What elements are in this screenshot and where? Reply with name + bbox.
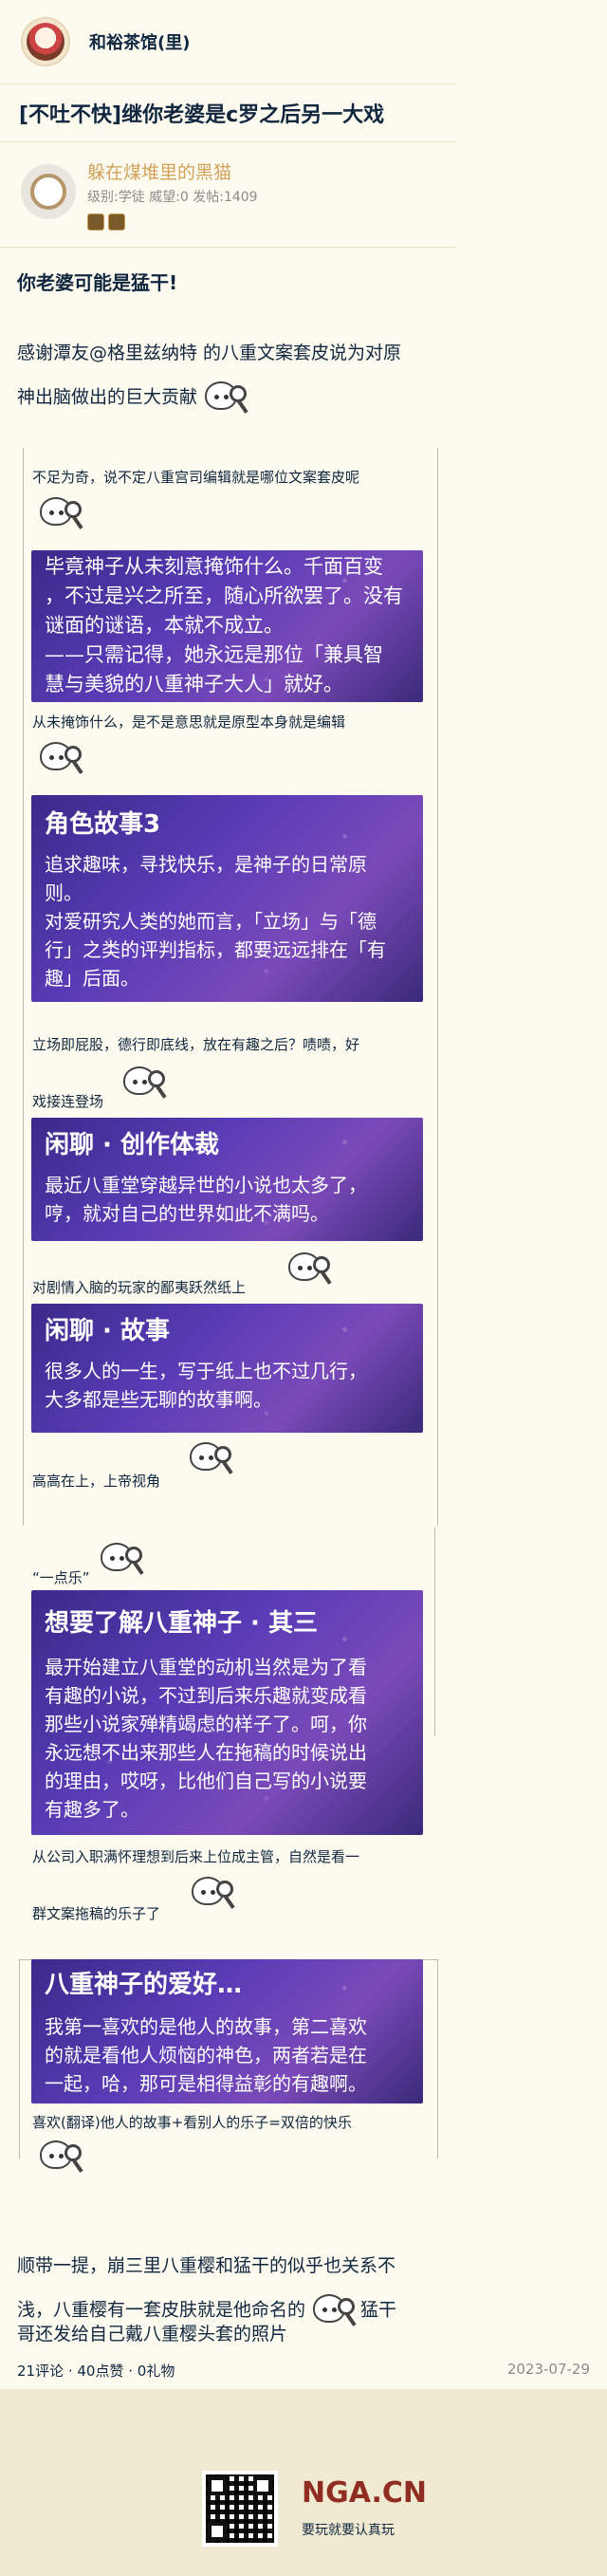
hobby-card: 八重神子的爱好… 我第一喜欢的是他人的故事，第二喜欢 的就是看他人烦恼的神色，两…	[31, 1959, 423, 2103]
card-line: 追求趣味，寻找快乐，是神子的日常原	[45, 853, 367, 876]
card-title: 闲聊 · 创作体裁	[45, 1131, 219, 1159]
card-title: 八重神子的爱好…	[45, 1971, 243, 1999]
post-date: 2023-07-29	[506, 2361, 590, 2378]
author-avatar[interactable]	[21, 164, 76, 219]
doge-sticker-icon	[184, 1871, 239, 1915]
card-line: 很多人的一生，写于纸上也不过几行，	[45, 1360, 367, 1382]
chat-card-story: 闲聊 · 故事 很多人的一生，写于纸上也不过几行， 大多都是些无聊的故事啊。	[31, 1304, 423, 1433]
intro-line-2: 神出脑做出的巨大贡献	[17, 376, 252, 419]
quote-text: 喜欢(翻译)他人的故事+看别人的乐子=双倍的快乐	[32, 2114, 352, 2131]
character-card-3: 想要了解八重神子 · 其三 最开始建立八重堂的动机当然是为了看 有趣的小说，不过…	[31, 1590, 423, 1835]
outro-line-1: 顺带一提，崩三里八重樱和猛干的似乎也关系不	[17, 2255, 396, 2276]
author-block: 躲在煤堆里的黑猫 级别:学徒 威望:0 发帖:1409	[0, 143, 455, 248]
post-heading: 你老婆可能是猛干!	[17, 271, 178, 294]
outro-line-2b-text: 猛干	[360, 2299, 397, 2321]
post-stats[interactable]: 21评论 · 40点赞 · 0礼物	[17, 2361, 175, 2381]
card-line: 最近八重堂穿越异世的小说也太多了，	[45, 1174, 367, 1196]
quote-text: 高高在上，上帝视角	[32, 1473, 161, 1490]
author-meta: 级别:学徒 威望:0 发帖:1409	[87, 190, 258, 205]
author-badges	[87, 213, 125, 231]
qr-code	[202, 2471, 278, 2547]
card-line: 的就是看他人烦恼的神色，两者若是在	[45, 2044, 367, 2066]
card-line: 一起，哈，那可是相得益彰的有趣啊。	[45, 2072, 367, 2095]
card-line: 则。	[45, 881, 83, 904]
card-line: 的理由，哎呀，比他们自己写的小说要	[45, 1770, 367, 1792]
card-line: 有趣的小说，不过到后来乐趣就变成看	[45, 1684, 367, 1707]
card-title: 想要了解八重神子 · 其三	[45, 1609, 318, 1638]
card-line: 慧与美貌的八重神子大人」就好。	[45, 673, 343, 695]
badge-icon	[108, 213, 125, 231]
card-line: 那些小说家殚精竭虑的样子了。呵，你	[45, 1713, 367, 1735]
doge-sticker-icon	[182, 1436, 237, 1480]
page-footer: NGA.CN 要玩就要认真玩	[0, 2389, 607, 2576]
chat-card-creation: 闲聊 · 创作体裁 最近八重堂穿越异世的小说也太多了， 哼，就对自己的世界如此不…	[31, 1118, 423, 1241]
card-line: 哼，就对自己的世界如此不满吗。	[45, 1202, 329, 1225]
card-title: 闲聊 · 故事	[45, 1317, 170, 1345]
badge-icon	[87, 213, 104, 231]
story-card-1: 毕竟神子从未刻意掩饰什么。千面百变 ，不过是兴之所至，随心所欲罢了。没有 谜面的…	[31, 550, 423, 702]
card-line: ，不过是兴之所至，随心所欲罢了。没有	[45, 584, 403, 607]
quote-border	[434, 1528, 435, 1736]
quote-text: 群文案拖稿的乐子了	[32, 1905, 161, 1922]
card-line: 最开始建立八重堂的动机当然是为了看	[45, 1656, 367, 1678]
doge-sticker-icon	[93, 1537, 148, 1581]
doge-sticker-icon	[305, 2289, 360, 2332]
post-title-bar: [不吐不快]继你老婆是c罗之后另一大戏	[0, 83, 455, 142]
quote-text: 从未掩饰什么，是不是意思就是原型本身就是编辑	[32, 713, 346, 731]
forum-name[interactable]: 和裕茶馆(里)	[89, 29, 190, 54]
card-line: 趣」后面。	[45, 967, 139, 990]
quote-text: 不足为奇，说不定八重宫司编辑就是哪位文案套皮呢	[32, 469, 360, 486]
nga-logo[interactable]: NGA.CN	[302, 2476, 427, 2510]
card-line: 行」之类的评判指标，都要远远排在「有	[45, 938, 386, 961]
doge-sticker-icon	[32, 2135, 87, 2178]
card-line: ——只需记得，她永远是那位「兼具智	[45, 643, 383, 666]
forum-header: 和裕茶馆(里)	[0, 0, 607, 83]
quote-text: 戏接连登场	[32, 1093, 104, 1110]
card-line: 永远想不出来那些人在拖稿的时候说出	[45, 1741, 367, 1764]
doge-sticker-icon	[32, 491, 87, 535]
quote-text: “一点乐”	[32, 1569, 90, 1586]
outro-line-3-text: 哥还发给自己戴八重樱头套的照片	[17, 2324, 288, 2344]
doge-sticker-icon	[116, 1061, 171, 1104]
doge-sticker-icon	[281, 1247, 336, 1290]
card-line: 谜面的谜语，本就不成立。	[45, 614, 284, 637]
card-title: 角色故事3	[45, 810, 161, 839]
card-line: 对爱研究人类的她而言，「立场」与「德	[45, 910, 377, 933]
quote-text: 对剧情入脑的玩家的鄙夷跃然纸上	[32, 1279, 247, 1296]
quote-text: 从公司入职满怀理想到后来上位成主管，自然是看一	[32, 1848, 360, 1865]
story-card-2: 角色故事3 追求趣味，寻找快乐，是神子的日常原 则。 对爱研究人类的她而言，「立…	[31, 795, 423, 1002]
card-line: 有趣多了。	[45, 1798, 139, 1821]
author-name[interactable]: 躲在煤堆里的黑猫	[87, 158, 231, 184]
post-title: [不吐不快]继你老婆是c罗之后另一大戏	[19, 103, 385, 127]
doge-sticker-icon	[32, 736, 87, 780]
card-line: 大多都是些无聊的故事啊。	[45, 1388, 272, 1411]
nga-slogan: 要玩就要认真玩	[302, 2523, 395, 2538]
card-line: 我第一喜欢的是他人的故事，第二喜欢	[45, 2015, 367, 2038]
card-line: 毕竟神子从未刻意掩饰什么。千面百变	[45, 555, 383, 578]
doge-sticker-icon	[197, 376, 252, 419]
quote-text: 立场即屁股，德行即底线，放在有趣之后？啧啧，好	[32, 1036, 360, 1053]
intro-line-1: 感谢潭友@格里兹纳特 的八重文案套皮说为对原	[17, 343, 402, 363]
intro-line-2-text: 神出脑做出的巨大贡献	[17, 386, 198, 408]
forum-avatar[interactable]	[21, 17, 70, 66]
